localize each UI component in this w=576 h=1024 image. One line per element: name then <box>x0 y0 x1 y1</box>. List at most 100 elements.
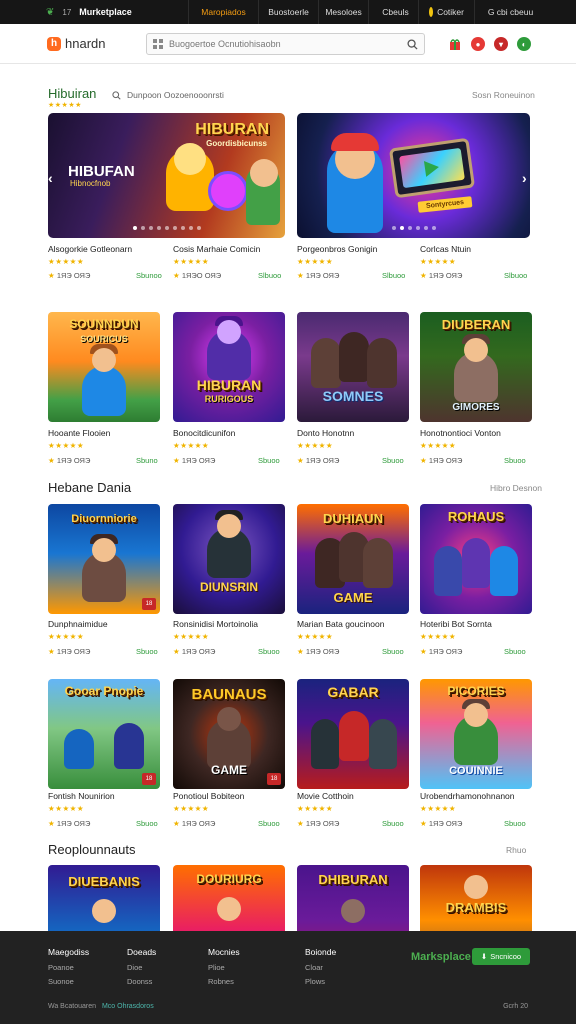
search-icon[interactable] <box>407 38 418 50</box>
game-logo: DUHIAUN <box>323 511 383 526</box>
game-title[interactable]: Hoteribi Bot Sornta <box>420 619 492 629</box>
game-character <box>363 538 393 588</box>
promo-banner-1[interactable]: HIBURAN Goordisbicunss HIBUFAN Hibnocfno… <box>48 113 285 238</box>
top-nav-item-3[interactable]: Mesoloes <box>318 0 368 24</box>
carousel-dot[interactable] <box>188 226 193 230</box>
chevron-down-icon[interactable]: ▾ <box>494 37 508 51</box>
copyright-link[interactable]: Mco Ohrasdoros <box>102 1003 154 1010</box>
play-icon <box>423 159 441 177</box>
logo-text: hnardn <box>65 36 106 51</box>
game-card-image[interactable]: ROHAUS <box>420 504 532 614</box>
game-card-image[interactable]: DUHIAUN GAME <box>297 504 409 614</box>
game-title[interactable]: Dunphnaimidue <box>48 619 108 629</box>
top-nav-item-2[interactable]: Buostoerle <box>258 0 318 24</box>
carousel-dot[interactable] <box>415 226 420 230</box>
game-title[interactable]: Corlcas Ntuin <box>420 244 471 254</box>
carousel-dot[interactable] <box>156 226 161 230</box>
carousel-dot[interactable] <box>407 226 412 230</box>
carousel-dot[interactable] <box>164 226 169 230</box>
search-input[interactable] <box>169 39 407 49</box>
game-title[interactable]: Porgeonbros Gonigin <box>297 244 377 254</box>
footer-column-heading: Doeads <box>127 947 157 957</box>
site-logo[interactable]: h hnardn <box>47 36 105 51</box>
top-nav-label: Mesoloes <box>325 7 362 17</box>
footer-brand[interactable]: Marksplace <box>411 951 471 963</box>
see-all-link[interactable]: Sosn Roneuinon <box>472 90 535 100</box>
top-nav-item-5[interactable]: Cotiker <box>418 0 474 24</box>
game-title[interactable]: Ronsinidisi Mortoinolia <box>173 619 258 629</box>
game-price: Sbuoo <box>382 647 404 656</box>
game-logo-subtitle: RURIGOUS <box>204 394 254 404</box>
game-title[interactable]: Cosis Marhaie Comicin <box>173 244 260 254</box>
footer-link[interactable]: Cloar <box>305 963 336 972</box>
rating-stars: ★★★★★ <box>297 632 334 641</box>
footer-link[interactable]: Suonoe <box>48 977 89 986</box>
game-title[interactable]: Movie Cotthoin <box>297 791 354 801</box>
game-logo-subtitle: DIUNSRIN <box>199 580 258 594</box>
carousel-dot[interactable] <box>399 226 404 230</box>
carousel-dot[interactable] <box>172 226 177 230</box>
carousel-dot[interactable] <box>148 226 153 230</box>
banner-character-head <box>174 143 206 175</box>
carousel-dot[interactable] <box>132 226 137 230</box>
footer-cta-button[interactable]: ⬇ Sncnicoo <box>472 948 530 965</box>
footer-link[interactable]: Robnes <box>208 977 240 986</box>
carousel-dot[interactable] <box>423 226 428 230</box>
see-all-link[interactable]: Rhuo <box>506 845 526 855</box>
carousel-dot[interactable] <box>196 226 201 230</box>
top-nav-item-6[interactable]: G cbi cbeuu <box>474 0 542 24</box>
game-card-image[interactable]: SOUNNDUN SOURICUS <box>48 312 160 422</box>
rating-stars: ★★★★★ <box>173 804 210 813</box>
game-logo: DIUEBANIS <box>68 874 140 889</box>
game-meta-value: 1ЯЭ ОЯЭ <box>428 271 463 280</box>
carousel-prev-arrow-icon[interactable]: ‹ <box>48 170 53 186</box>
user-avatar-icon[interactable]: ◐ <box>517 37 531 51</box>
footer-link[interactable]: Dioe <box>127 963 156 972</box>
top-nav-bar: ❦ 17 Murketplace Maropiados Buostoerle M… <box>0 0 576 24</box>
carousel-dot[interactable] <box>180 226 185 230</box>
section-filter[interactable]: Dunpoon Oozoenooonrsti <box>112 90 224 100</box>
carousel-dot[interactable] <box>140 226 145 230</box>
game-card-image[interactable]: BAUNAUS GAME 18 <box>173 679 285 789</box>
game-title[interactable]: Bonocitdicunifon <box>173 428 235 438</box>
game-logo: PICORIES <box>447 684 505 698</box>
game-card-image[interactable]: PICORIES COUINNIE <box>420 679 532 789</box>
game-character-head <box>217 897 241 921</box>
top-brand[interactable]: ❦ 17 Murketplace <box>0 7 188 18</box>
carousel-dots[interactable] <box>297 226 530 230</box>
game-card-image[interactable]: SOMNES <box>297 312 409 422</box>
footer-link[interactable]: Plioe <box>208 963 240 972</box>
top-nav-item-4[interactable]: Cbeuls <box>368 0 418 24</box>
promo-banner-2[interactable]: Sontyrcues <box>297 113 530 238</box>
top-nav-item-1[interactable]: Maropiados <box>188 0 258 24</box>
carousel-next-arrow-icon[interactable]: › <box>522 170 527 186</box>
gift-icon[interactable] <box>448 37 462 51</box>
carousel-dot[interactable] <box>431 226 436 230</box>
game-title[interactable]: Marian Bata goucinoon <box>297 619 384 629</box>
footer-link[interactable]: Doonss <box>127 977 156 986</box>
game-logo: DOURIURG <box>196 872 262 886</box>
game-card-image[interactable]: DIUBERAN GIMORES <box>420 312 532 422</box>
game-title[interactable]: Donto Honotnn <box>297 428 354 438</box>
game-title[interactable]: Urobendrhamonohnanon <box>420 791 515 801</box>
carousel-dot[interactable] <box>391 226 396 230</box>
game-title[interactable]: Honotnontioci Vonton <box>420 428 501 438</box>
footer-link[interactable]: Poanoe <box>48 963 89 972</box>
game-card-image[interactable]: Gooar Pnopie 18 <box>48 679 160 789</box>
game-title[interactable]: Hooante Flooien <box>48 428 110 438</box>
game-card-image[interactable]: Diuornniorie 18 <box>48 504 160 614</box>
search-bar[interactable] <box>146 33 425 55</box>
game-title[interactable]: Ponotioul Bobiteon <box>173 791 244 801</box>
footer-link[interactable]: Plows <box>305 977 336 986</box>
see-all-link[interactable]: Hibro Desnon <box>490 483 542 493</box>
game-card-image[interactable]: HIBURAN RURIGOUS <box>173 312 285 422</box>
notification-icon[interactable]: ● <box>471 37 485 51</box>
game-card-image[interactable]: GABAR <box>297 679 409 789</box>
game-title[interactable]: Fontish Nounirion <box>48 791 115 801</box>
game-title[interactable]: Alsogorkie Gotleonarn <box>48 244 132 254</box>
star-icon: ★ <box>420 819 429 828</box>
carousel-dots[interactable] <box>48 226 285 230</box>
game-card-image[interactable]: DIUNSRIN <box>173 504 285 614</box>
site-footer: Maegodiss Poanoe Suonoe Doeads Dioe Doon… <box>0 931 576 1024</box>
game-price: Sbuoo <box>504 456 526 465</box>
